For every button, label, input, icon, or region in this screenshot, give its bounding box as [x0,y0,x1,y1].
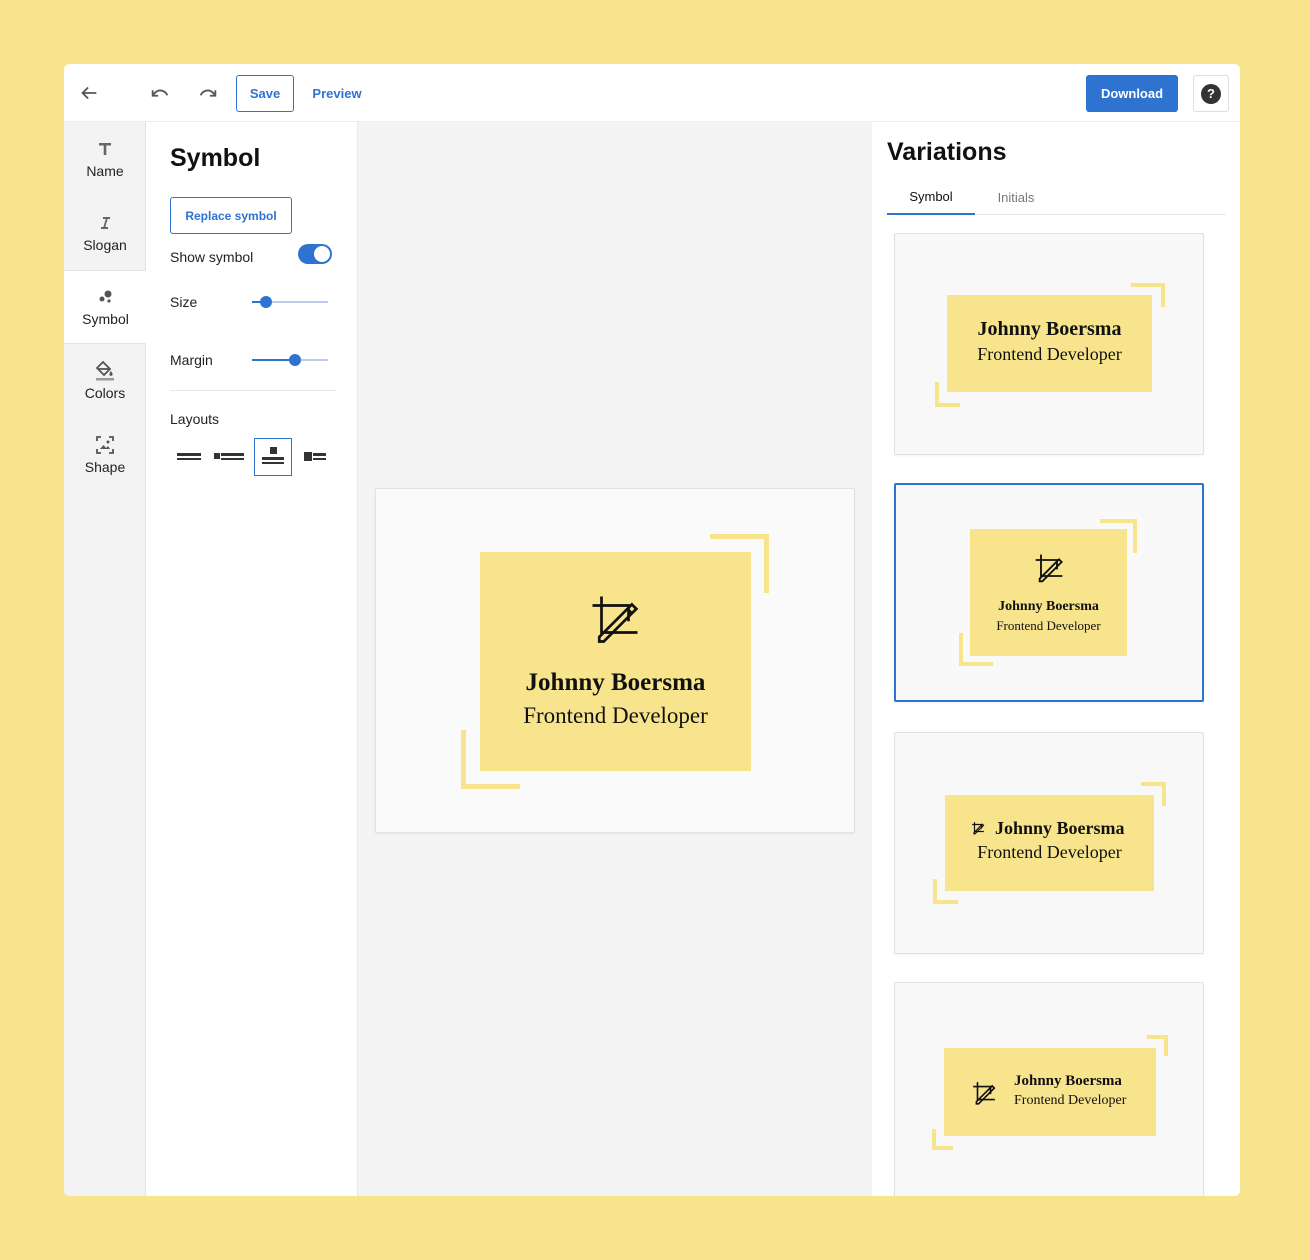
slider-thumb[interactable] [289,354,302,366]
text-icon [97,139,113,159]
layout-inline-icon [214,453,244,460]
panel-title: Symbol [170,144,261,172]
variations-title: Variations [887,138,1007,166]
show-symbol-label: Show symbol [170,249,254,265]
help-button[interactable]: ? [1193,75,1229,112]
layouts-label: Layouts [170,411,220,427]
layout-option-stacked[interactable] [170,438,208,476]
crop-pencil-icon [973,1082,996,1105]
tab-symbol[interactable]: Symbol [887,180,975,215]
redo-icon [199,89,217,97]
logo-background [480,552,751,771]
design-canvas: Johnny Boersma Frontend Developer [358,122,872,1196]
size-slider[interactable] [252,295,328,309]
sidebar-item-label: Colors [84,385,126,401]
download-button[interactable]: Download [1086,75,1178,112]
layout-stacked-icon [177,453,201,460]
back-button[interactable] [75,79,103,107]
slider-thumb[interactable] [259,296,272,308]
sidebar-item-symbol[interactable]: Symbol [64,270,147,344]
help-icon: ? [1201,83,1221,104]
layout-symbol-top-icon [262,447,284,464]
sidebar-item-shape[interactable]: Shape [64,418,146,492]
save-button[interactable]: Save [236,75,294,112]
variation-card-selected[interactable]: Johnny Boersma Frontend Developer [894,483,1204,702]
logo-name: Johnny Boersma [998,599,1099,614]
sidebar-rail: Name Slogan Symbol Colors Shape [64,122,147,1196]
toggle-knob [314,246,330,262]
top-toolbar: Save Preview Download ? [64,64,1240,122]
layout-option-symbol-left[interactable] [296,438,334,476]
logo-name: Johnny Boersma [525,669,706,696]
preview-button[interactable]: Preview [304,75,370,112]
sidebar-item-colors[interactable]: Colors [64,344,146,418]
variations-tabs: Symbol Initials [887,180,1226,215]
logo-name: Johnny Boersma [995,818,1125,838]
crop-pencil-icon [1035,554,1063,583]
undo-button[interactable] [146,79,174,107]
variation-card[interactable]: Johnny Boersma Frontend Developer [894,982,1204,1196]
logo-slogan: Frontend Developer [1014,1093,1127,1108]
shape-icon [95,435,115,455]
variations-panel: Variations Symbol Initials Johnny Boersm… [872,122,1240,1196]
logo-preview-card[interactable]: Johnny Boersma Frontend Developer [375,488,855,833]
replace-symbol-button[interactable]: Replace symbol [170,197,292,234]
size-label: Size [170,294,198,310]
variation-card[interactable]: Johnny Boersma Frontend Developer [894,732,1204,954]
layout-option-symbol-top[interactable] [254,438,292,476]
logo-thumbnail: Johnny Boersma Frontend Developer [896,485,1202,700]
logo-slogan: Frontend Developer [996,618,1101,633]
margin-label: Margin [170,352,213,368]
logo-thumbnail: Johnny Boersma Frontend Developer [895,234,1205,456]
crop-pencil-icon [592,596,639,643]
italic-icon [97,213,113,233]
logo-background [970,529,1127,656]
logo-thumbnail: Johnny Boersma Frontend Developer [895,983,1205,1196]
layout-option-symbol-left-small[interactable] [210,438,248,476]
paint-bucket-icon [94,360,116,381]
margin-slider[interactable] [252,353,328,367]
logo-slogan: Frontend Developer [523,703,708,728]
divider [170,390,336,391]
logo-name: Johnny Boersma [977,318,1122,340]
sidebar-item-label: Shape [84,459,126,475]
logo-preview: Johnny Boersma Frontend Developer [376,489,856,834]
logo-thumbnail: Johnny Boersma Frontend Developer [895,733,1205,955]
symbol-icon [97,287,115,307]
logo-slogan: Frontend Developer [977,842,1122,862]
logo-name: Johnny Boersma [1014,1073,1122,1089]
sidebar-item-slogan[interactable]: Slogan [64,196,146,270]
symbol-settings-panel: Symbol Replace symbol Show symbol Size M… [146,122,358,1196]
logo-editor-app: Save Preview Download ? Name Slogan Symb… [64,64,1240,1196]
undo-icon [151,89,169,97]
sidebar-item-label: Symbol [82,311,129,327]
redo-button[interactable] [194,79,222,107]
variation-card[interactable]: Johnny Boersma Frontend Developer [894,233,1204,455]
layout-symbol-left-icon [304,452,326,461]
sidebar-item-label: Name [86,163,124,179]
show-symbol-toggle[interactable] [298,244,332,264]
arrow-left-icon [81,86,97,100]
tab-initials[interactable]: Initials [975,180,1057,215]
crop-pencil-icon [972,822,985,835]
logo-slogan: Frontend Developer [977,344,1122,364]
sidebar-item-name[interactable]: Name [64,122,146,196]
sidebar-item-label: Slogan [83,237,127,253]
